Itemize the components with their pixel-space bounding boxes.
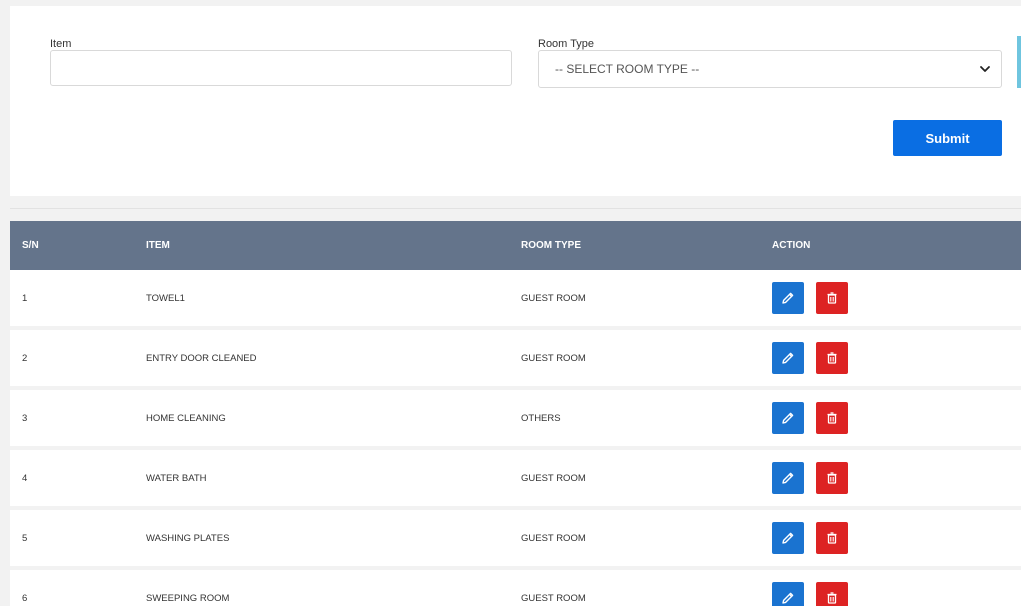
cell-item: SWEEPING ROOM [146,592,230,604]
pencil-icon [781,351,795,365]
trash-icon [825,471,839,485]
trash-icon [825,351,839,365]
section-divider [10,208,1021,209]
table-row: 6 SWEEPING ROOM GUEST ROOM [10,570,1021,606]
submit-button[interactable]: Submit [893,120,1002,156]
cell-room-type: GUEST ROOM [521,292,586,304]
cell-room-type: GUEST ROOM [521,532,586,544]
chevron-down-icon [980,66,990,72]
row-actions [772,342,848,374]
room-type-selected-value: -- SELECT ROOM TYPE -- [555,62,700,76]
item-input[interactable] [50,50,512,86]
table-row: 3 HOME CLEANING OTHERS [10,390,1021,446]
table-row: 5 WASHING PLATES GUEST ROOM [10,510,1021,566]
table-header: S/N ITEM ROOM TYPE ACTION [10,221,1021,270]
items-table: S/N ITEM ROOM TYPE ACTION 1 TOWEL1 GUEST R… [10,221,1021,606]
row-actions [772,522,848,554]
cell-sn: 3 [22,412,28,424]
row-actions [772,282,848,314]
table-row: 1 TOWEL1 GUEST ROOM [10,270,1021,326]
delete-button[interactable] [816,342,848,374]
trash-icon [825,291,839,305]
cell-item: TOWEL1 [146,292,185,304]
cell-room-type: OTHERS [521,412,561,424]
header-sn: S/N [22,240,39,251]
cell-item: WASHING PLATES [146,532,230,544]
header-action: ACTION [772,240,811,251]
delete-button[interactable] [816,402,848,434]
header-item: ITEM [146,240,170,251]
header-room-type: ROOM TYPE [521,240,582,251]
pencil-icon [781,411,795,425]
edit-button[interactable] [772,402,804,434]
table-row: 2 ENTRY DOOR CLEANED GUEST ROOM [10,330,1021,386]
trash-icon [825,531,839,545]
item-form-card: Item Room Type -- SELECT ROOM TYPE -- Su… [10,6,1021,196]
delete-button[interactable] [816,522,848,554]
cell-sn: 2 [22,352,28,364]
edit-button[interactable] [772,462,804,494]
table-body: 1 TOWEL1 GUEST ROOM 2 ENTRY DOOR CLEANED GUES… [10,270,1021,606]
edit-button[interactable] [772,282,804,314]
row-actions [772,582,848,606]
trash-icon [825,591,839,605]
cell-sn: 1 [22,292,28,304]
edit-button[interactable] [772,342,804,374]
pencil-icon [781,291,795,305]
cell-room-type: GUEST ROOM [521,592,586,604]
room-type-select[interactable]: -- SELECT ROOM TYPE -- [538,50,1002,88]
pencil-icon [781,591,795,605]
cell-room-type: GUEST ROOM [521,352,586,364]
edit-button[interactable] [772,582,804,606]
edit-button[interactable] [772,522,804,554]
item-label: Item [50,38,72,50]
row-actions [772,462,848,494]
scroll-accent-bar [1017,36,1021,88]
cell-sn: 4 [22,472,28,484]
delete-button[interactable] [816,282,848,314]
cell-item: HOME CLEANING [146,412,226,424]
cell-item: WATER BATH [146,472,207,484]
row-actions [772,402,848,434]
pencil-icon [781,531,795,545]
trash-icon [825,411,839,425]
table-row: 4 WATER BATH GUEST ROOM [10,450,1021,506]
cell-sn: 5 [22,532,28,544]
room-type-label: Room Type [538,38,595,50]
pencil-icon [781,471,795,485]
cell-sn: 6 [22,592,28,604]
delete-button[interactable] [816,462,848,494]
cell-item: ENTRY DOOR CLEANED [146,352,257,364]
delete-button[interactable] [816,582,848,606]
cell-room-type: GUEST ROOM [521,472,586,484]
